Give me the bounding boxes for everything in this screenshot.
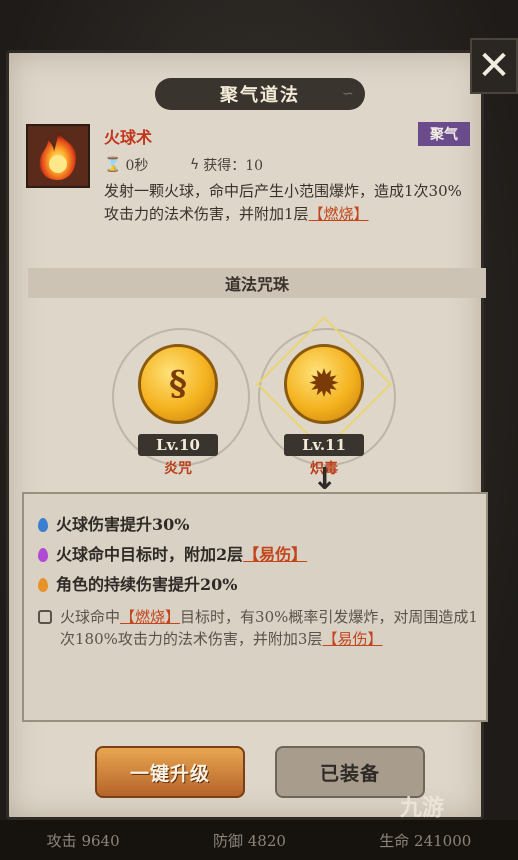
title-right-ornament-icon: ∽ [342,86,354,102]
orb-slot-1[interactable]: § Lv.10 炎咒 [112,322,250,482]
desc-text: 发射一颗火球，命中后产生小范围爆炸，造成1次30%攻击力的法术伤害，并附加1层 [104,182,462,223]
lock-icon [38,610,52,624]
skill-description: 发射一颗火球，命中后产生小范围爆炸，造成1次30%攻击力的法术伤害，并附加1层【… [104,180,474,226]
skill-name: 火球术 [104,128,153,147]
effect-item: 角色的持续伤害提升20% [38,574,237,596]
dialog-title: 聚气道法 [155,78,365,110]
orb-level: Lv.10 [138,434,218,456]
effect-text: 角色的持续伤害提升20% [56,575,238,594]
gain-row: ϟ 获得：10 [190,155,263,175]
orb-section-header: 道法咒珠 [28,268,486,298]
purple-drop-icon [38,548,48,562]
effect-text: 火球伤害提升30% [56,515,190,534]
effects-panel: 火球伤害提升30% 火球命中目标时，附加2层【易伤】 角色的持续伤害提升20% … [22,492,488,722]
one-click-upgrade-button[interactable]: 一键升级 [95,746,245,798]
flame-orb-icon: ✹ [284,344,364,424]
blue-drop-icon [38,518,48,532]
vulnerable-keyword-link[interactable]: 【易伤】 [243,545,307,564]
cooldown-row: ⌛ 0秒 [104,155,148,175]
watermark-logo: 九游 [400,796,445,821]
hourglass-icon: ⌛ [104,157,122,173]
character-stats-bar: 攻击 9640 防御 4820 生命 241000 [0,820,518,860]
cooldown-value: 0秒 [125,158,149,174]
locked-effect-text: 火球命中【燃烧】目标时，有30%概率引发爆炸，对周围造成1次180%攻击力的法术… [60,608,478,648]
effect-item: 火球伤害提升30% [38,514,189,536]
fireball-icon [26,124,90,188]
skill-type-tag: 聚气 [418,122,470,146]
gain-value: 获得：10 [203,158,264,174]
effect-item: 火球命中目标时，附加2层【易伤】 [38,544,307,566]
orb-slot-2[interactable]: ✹ Lv.11 炽毒 [256,316,396,482]
orb-level: Lv.11 [284,434,364,456]
hp-stat: 生命 241000 [379,831,472,850]
locked-effect-item: 火球命中【燃烧】目标时，有30%概率引发爆炸，对周围造成1次180%攻击力的法术… [38,606,478,650]
orb-name: 炎咒 [164,461,192,477]
effect-text: 火球命中目标时，附加2层【易伤】 [56,545,308,564]
defense-stat: 防御 4820 [212,831,286,850]
orange-drop-icon [38,578,48,592]
attack-stat: 攻击 9640 [46,831,120,850]
burn-keyword-link[interactable]: 【燃烧】 [309,205,369,223]
vulnerable-keyword-link[interactable]: 【易伤】 [322,630,382,648]
lightning-icon: ϟ [190,157,200,173]
close-x-icon: ✕ [477,43,511,89]
burn-keyword-link[interactable]: 【燃烧】 [120,608,180,626]
close-button[interactable]: ✕ [470,38,518,94]
flame-orb-icon: § [138,344,218,424]
orb-section-title: 道法咒珠 [224,275,289,294]
